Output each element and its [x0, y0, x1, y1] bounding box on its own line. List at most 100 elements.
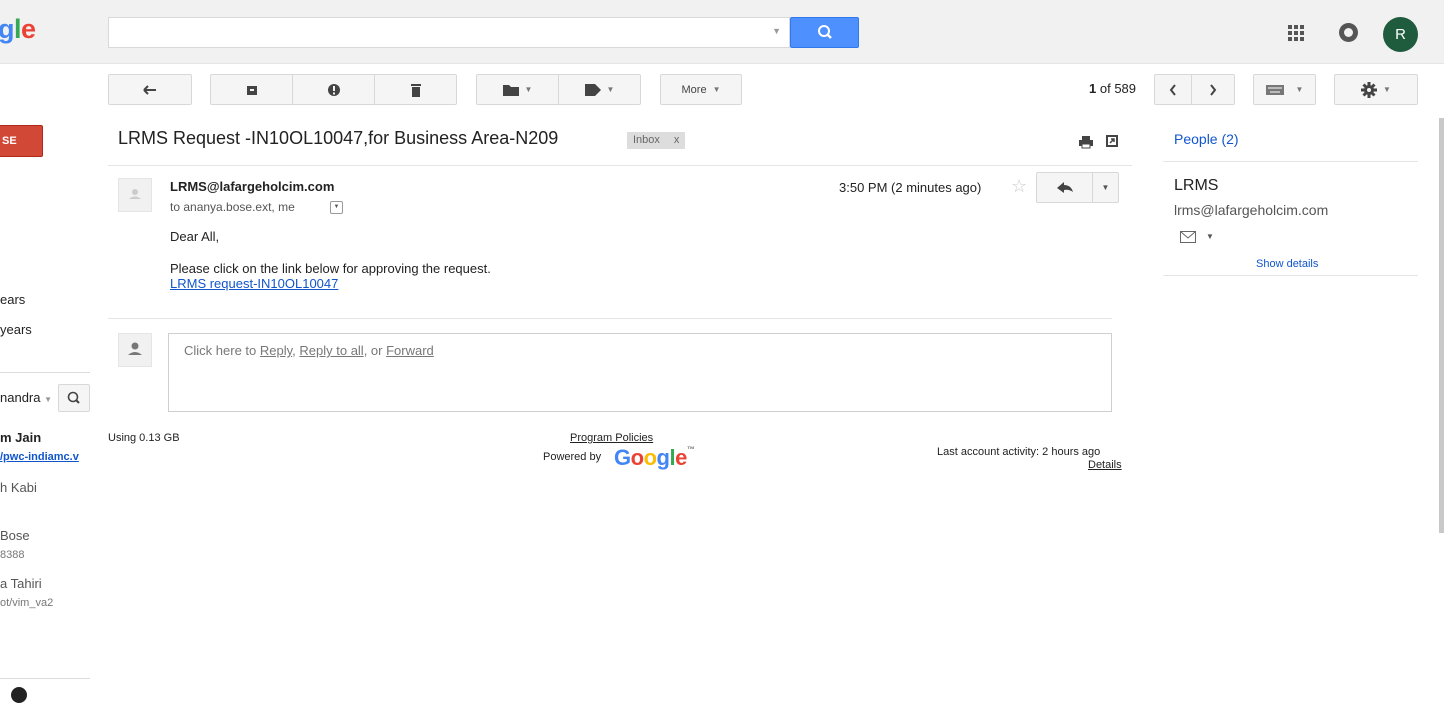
reply-all-link[interactable]: Reply to all — [299, 343, 363, 358]
person-icon — [129, 189, 141, 199]
chat-search-button[interactable] — [58, 384, 90, 412]
separator: , or — [363, 343, 387, 358]
logo-letter: G — [614, 445, 631, 470]
trash-icon — [410, 83, 421, 97]
newer-button[interactable] — [1154, 74, 1192, 105]
program-policies-link[interactable]: Program Policies — [570, 432, 653, 444]
recipients-line: to ananya.bose.ext, me — [170, 200, 295, 214]
back-arrow-icon — [143, 84, 156, 95]
chevron-down-icon[interactable]: ▼ — [1206, 232, 1214, 241]
user-avatar — [118, 333, 152, 367]
logo-letter: o — [643, 445, 657, 470]
chat-account-name: nandra — [0, 390, 41, 405]
google-logo[interactable]: gle — [0, 14, 36, 45]
vertical-scrollbar[interactable] — [1439, 118, 1444, 533]
chat-account-selector[interactable]: nandra ▼ — [0, 390, 52, 405]
logo-letter-e: e — [21, 14, 36, 44]
logo-letter-g: g — [0, 14, 15, 44]
input-tools-button[interactable]: ▼ — [1253, 74, 1316, 105]
chevron-right-icon — [1210, 83, 1217, 96]
remove-label-button[interactable]: x — [674, 134, 680, 146]
chat-contact-name[interactable]: a Tahiri — [0, 576, 42, 591]
chevron-down-icon: ▼ — [606, 85, 615, 94]
apps-grid-icon[interactable] — [1285, 22, 1307, 44]
email-greeting: Dear All, — [170, 229, 220, 244]
archive-button[interactable] — [210, 74, 293, 105]
forward-link[interactable]: Forward — [386, 343, 434, 358]
labels-button[interactable]: ▼ — [558, 74, 641, 105]
search-input[interactable]: ▼ — [108, 17, 790, 48]
activity-details-link[interactable]: Details — [1088, 459, 1122, 471]
back-to-inbox-button[interactable] — [108, 74, 192, 105]
top-header: gle ▼ R — [0, 0, 1444, 64]
nav-item-label[interactable]: ears — [0, 292, 25, 307]
chat-contact-name[interactable]: Bose — [0, 528, 30, 543]
new-window-icon[interactable] — [1105, 134, 1119, 148]
show-details-link[interactable]: Show details — [1256, 258, 1318, 270]
email-subject: LRMS Request -IN10OL10047,for Business A… — [118, 128, 559, 148]
google-footer-logo: Google™ — [614, 445, 695, 471]
search-button[interactable] — [790, 17, 859, 48]
people-pane: People (2) LRMS lrms@lafargeholcim.com ▼… — [1163, 118, 1418, 278]
logo-letter-l: l — [14, 14, 22, 44]
settings-button[interactable]: ▼ — [1334, 74, 1418, 105]
keyboard-icon — [1265, 84, 1284, 95]
chat-contact-name[interactable]: m Jain — [0, 430, 41, 445]
report-spam-button[interactable] — [292, 74, 375, 105]
chevron-down-icon: ▼ — [712, 85, 721, 94]
chat-contact-status[interactable]: /pwc-indiamc.v — [0, 451, 79, 463]
logo-letter: o — [630, 445, 644, 470]
star-icon[interactable]: ☆ — [1011, 176, 1027, 197]
reply-link[interactable]: Reply — [260, 343, 292, 358]
chevron-down-icon: ▼ — [524, 85, 533, 94]
quick-reply-box[interactable]: Click here to Reply, Reply to all, or Fo… — [168, 333, 1112, 412]
archive-icon — [246, 85, 257, 95]
account-avatar[interactable]: R — [1383, 17, 1418, 52]
move-to-button[interactable]: ▼ — [476, 74, 559, 105]
envelope-icon[interactable] — [1180, 231, 1196, 243]
chat-contact-status: 8388 — [0, 549, 25, 561]
trademark-icon: ™ — [686, 445, 695, 454]
show-details-chevron-icon[interactable]: ▼ — [330, 201, 343, 214]
search-options-chevron-icon[interactable]: ▼ — [772, 26, 781, 36]
folder-icon — [502, 84, 519, 96]
spam-icon — [327, 83, 340, 96]
reply-prompt: Click here to Reply, Reply to all, or Fo… — [184, 343, 434, 358]
older-button[interactable] — [1191, 74, 1235, 105]
more-actions-button[interactable]: More ▼ — [660, 74, 742, 105]
contact-email: lrms@lafargeholcim.com — [1174, 202, 1329, 218]
reply-button[interactable] — [1036, 172, 1093, 203]
chat-contact-status: ot/vim_va2 — [0, 597, 54, 609]
compose-button[interactable]: SE — [0, 125, 43, 157]
chat-contact-name[interactable]: h Kabi — [0, 480, 37, 495]
logo-letter: g — [656, 445, 670, 470]
sender-email[interactable]: LRMS@lafargeholcim.com — [170, 179, 334, 194]
approval-link[interactable]: LRMS request-IN10OL10047 — [170, 276, 338, 291]
pagination-total: of 589 — [1099, 81, 1137, 96]
reply-arrow-icon — [1057, 182, 1073, 193]
nav-item-label[interactable]: years — [0, 322, 32, 337]
label-tag-icon — [584, 83, 601, 96]
chevron-left-icon — [1169, 83, 1176, 96]
person-icon — [128, 342, 142, 355]
pagination-count: 1 of 589 — [1089, 81, 1136, 96]
chevron-down-icon: ▼ — [1383, 85, 1391, 94]
subject-divider — [108, 165, 1132, 166]
notifications-icon[interactable] — [1339, 23, 1358, 42]
hangouts-icon[interactable] — [11, 687, 27, 703]
print-icon[interactable] — [1078, 135, 1094, 149]
sidebar-bottom-divider — [0, 678, 90, 679]
sender-avatar — [118, 178, 152, 212]
message-time: 3:50 PM (2 minutes ago) — [839, 180, 982, 195]
people-pane-title[interactable]: People (2) — [1174, 131, 1239, 147]
search-icon — [67, 391, 80, 404]
search-icon — [818, 25, 832, 39]
reply-prompt-prefix: Click here to — [184, 343, 260, 358]
message-more-button[interactable]: ▼ — [1092, 172, 1119, 203]
delete-button[interactable] — [374, 74, 457, 105]
people-divider — [1163, 275, 1418, 276]
message-divider — [108, 318, 1112, 319]
people-divider — [1163, 161, 1418, 162]
more-label: More — [681, 83, 707, 96]
inbox-label-chip[interactable]: Inbox x — [627, 132, 686, 149]
